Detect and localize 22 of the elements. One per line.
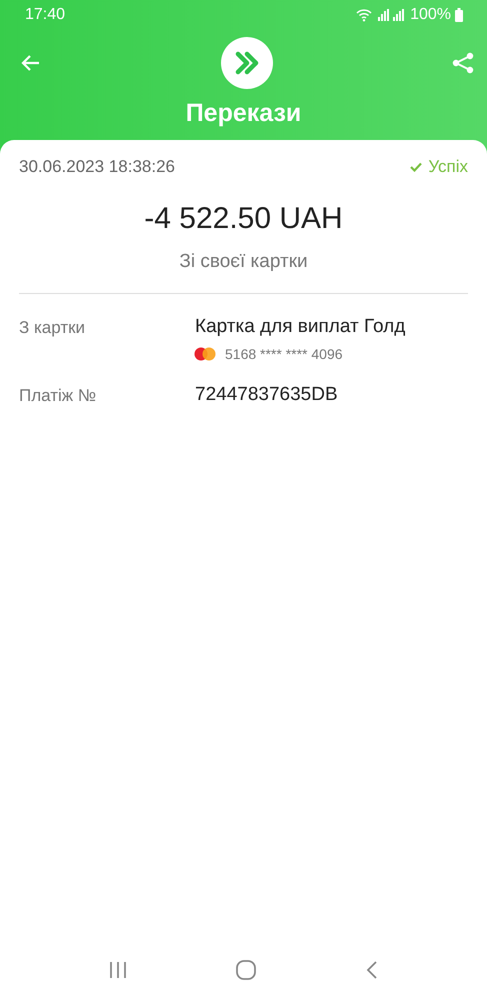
home-icon[interactable] xyxy=(234,959,256,981)
transaction-date: 30.06.2023 18:38:26 xyxy=(19,157,175,177)
transfer-logo-icon xyxy=(220,37,272,89)
back-nav-icon[interactable] xyxy=(364,960,378,980)
battery-level: 100% xyxy=(410,6,451,24)
detail-label: З картки xyxy=(19,317,86,339)
clock-time: 17:40 xyxy=(25,6,66,24)
card-number: 5168 **** **** 4096 xyxy=(225,346,343,362)
detail-value: 72447837635DB xyxy=(195,384,338,406)
screen-title: Перекази xyxy=(184,99,302,128)
transaction-amount: -4 522.50 UAH xyxy=(143,202,344,236)
detail-value: Картка для виплат Голд xyxy=(195,316,406,338)
transaction-description: Зі своєї картки xyxy=(178,251,309,273)
share-button[interactable] xyxy=(451,51,475,75)
recent-apps-icon[interactable] xyxy=(108,960,126,980)
card-brand-icon xyxy=(193,347,217,361)
signal-icon xyxy=(376,8,406,22)
detail-label: Платіж № xyxy=(19,385,98,406)
status-label: Успіх xyxy=(428,157,468,177)
check-icon xyxy=(410,162,422,172)
battery-icon xyxy=(455,8,463,22)
wifi-icon xyxy=(356,8,372,22)
